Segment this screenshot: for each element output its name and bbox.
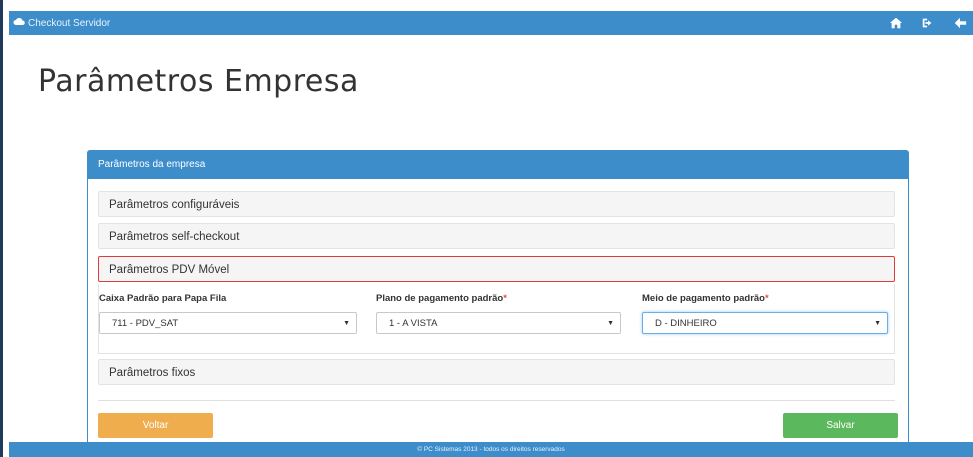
top-spacer <box>0 0 973 10</box>
caret-down-icon: ▼ <box>343 320 350 327</box>
page-title: Parâmetros Empresa <box>38 64 359 99</box>
section-configuraveis[interactable]: Parâmetros configuráveis <box>98 191 895 217</box>
nav-icons <box>889 16 967 30</box>
meio-label-text: Meio de pagamento padrão <box>642 293 765 304</box>
required-mark: * <box>765 293 769 304</box>
meio-select[interactable]: D - DINHEIRO ▼ <box>642 312 888 334</box>
plano-value: 1 - A VISTA <box>389 318 438 329</box>
pdv-movel-body: Caixa Padrão para Papa Fila 711 - PDV_SA… <box>98 284 895 354</box>
meio-label: Meio de pagamento padrão* <box>642 293 769 304</box>
section-fixos[interactable]: Parâmetros fixos <box>98 359 895 385</box>
caret-down-icon: ▼ <box>874 320 881 327</box>
plano-label-text: Plano de pagamento padrão <box>376 293 504 304</box>
back-button[interactable]: Voltar <box>98 413 213 438</box>
navbar: Checkout Servidor <box>9 11 973 35</box>
sign-out-icon[interactable] <box>921 16 935 30</box>
brand[interactable]: Checkout Servidor <box>13 17 110 29</box>
caret-down-icon: ▼ <box>607 320 614 327</box>
panel-heading: Parâmetros da empresa <box>88 151 908 179</box>
section-self-checkout[interactable]: Parâmetros self-checkout <box>98 223 895 249</box>
plano-label: Plano de pagamento padrão* <box>376 293 507 304</box>
footer: © PC Sistemas 2013 - todos os direitos r… <box>9 442 973 457</box>
home-icon[interactable] <box>889 16 903 30</box>
window-border <box>0 0 3 457</box>
caixa-select[interactable]: 711 - PDV_SAT ▼ <box>99 312 357 334</box>
divider <box>98 400 895 401</box>
meio-value: D - DINHEIRO <box>655 318 717 329</box>
arrow-left-icon[interactable] <box>953 16 967 30</box>
caixa-label: Caixa Padrão para Papa Fila <box>99 293 227 304</box>
required-mark: * <box>503 293 507 304</box>
save-button[interactable]: Salvar <box>783 413 898 438</box>
company-params-panel: Parâmetros da empresa Parâmetros configu… <box>87 150 909 444</box>
brand-label: Checkout Servidor <box>28 17 111 29</box>
section-pdv-movel[interactable]: Parâmetros PDV Móvel <box>98 256 895 282</box>
plano-select[interactable]: 1 - A VISTA ▼ <box>376 312 621 334</box>
caixa-value: 711 - PDV_SAT <box>112 318 179 329</box>
cloud-icon <box>13 17 25 29</box>
